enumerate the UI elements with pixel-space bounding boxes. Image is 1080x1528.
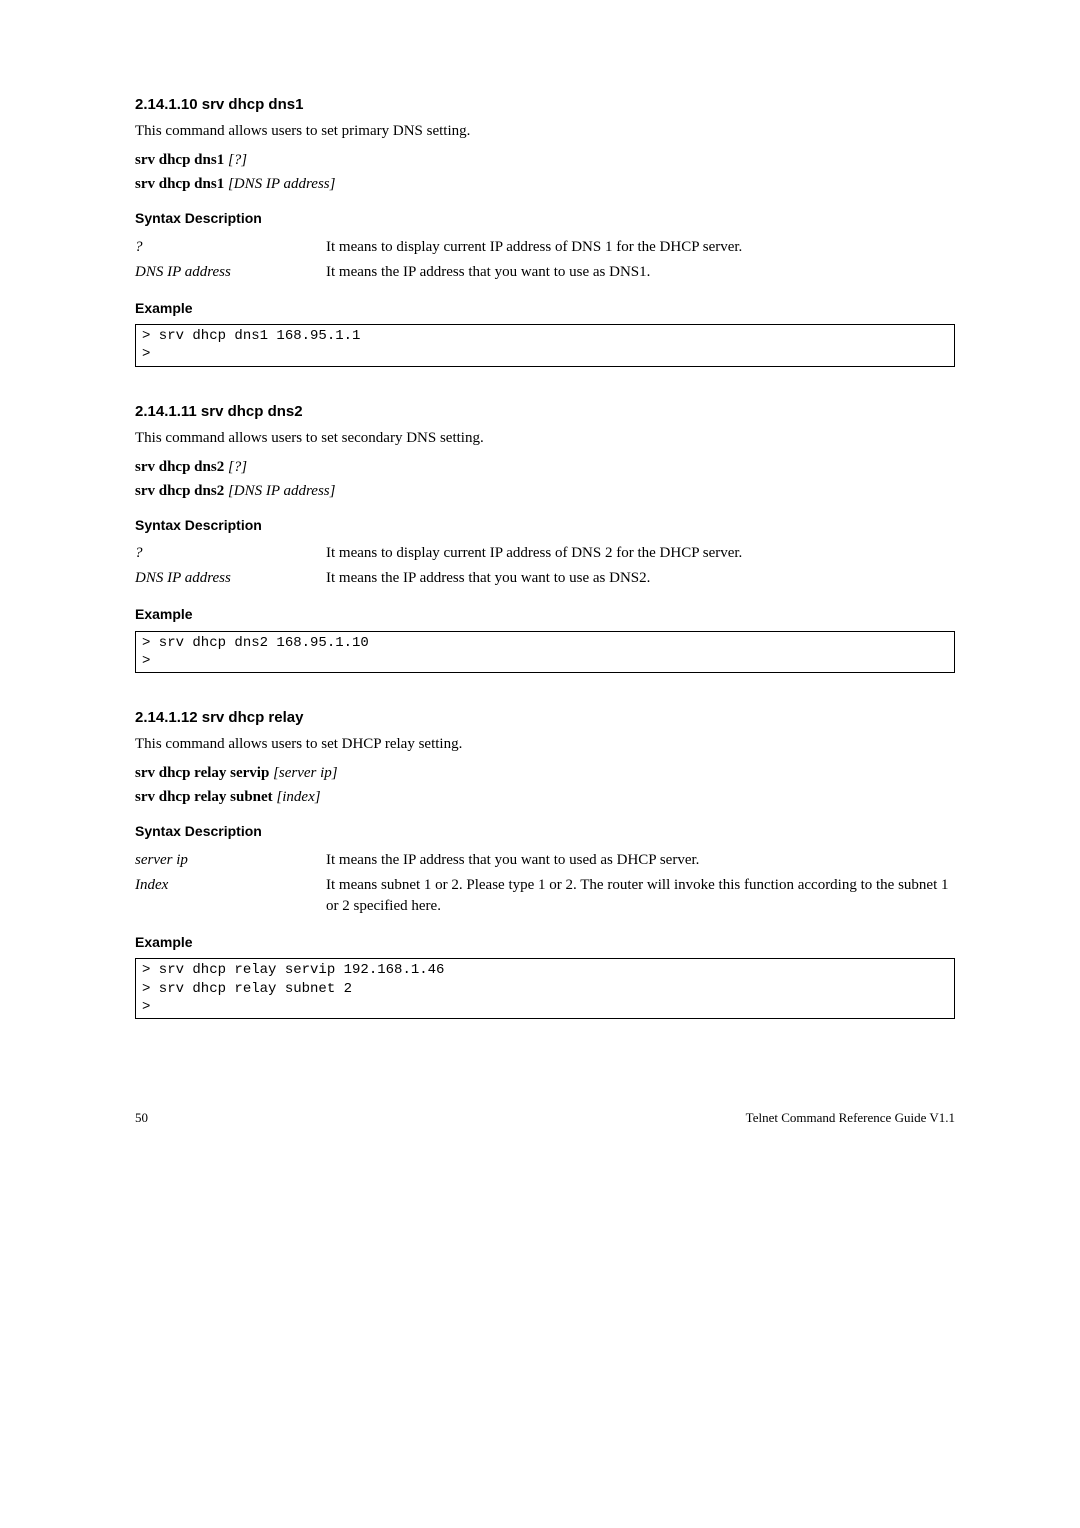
syntax-line: srv dhcp dns2 [?] bbox=[135, 457, 955, 478]
param-name: Index bbox=[135, 873, 326, 919]
example-code: > srv dhcp dns1 168.95.1.1 > bbox=[135, 324, 955, 366]
example-code: > srv dhcp relay servip 192.168.1.46 > s… bbox=[135, 958, 955, 1019]
syntax-table: server ip It means the IP address that y… bbox=[135, 848, 955, 919]
param-name: ? bbox=[135, 235, 326, 260]
syntax-line: srv dhcp relay subnet [index] bbox=[135, 787, 955, 808]
section-heading: 2.14.1.11 srv dhcp dns2 bbox=[135, 401, 955, 422]
param-desc: It means the IP address that you want to… bbox=[326, 848, 955, 873]
example-code: > srv dhcp dns2 168.95.1.10 > bbox=[135, 631, 955, 673]
param-desc: It means to display current IP address o… bbox=[326, 541, 955, 566]
syntax-description-heading: Syntax Description bbox=[135, 516, 955, 536]
param-desc: It means to display current IP address o… bbox=[326, 235, 955, 260]
example-heading: Example bbox=[135, 605, 955, 625]
syntax-arg: [DNS IP address] bbox=[228, 483, 336, 499]
syntax-arg: [server ip] bbox=[273, 765, 338, 781]
syntax-table: ? It means to display current IP address… bbox=[135, 541, 955, 591]
syntax-line: srv dhcp relay servip [server ip] bbox=[135, 763, 955, 784]
syntax-arg: [index] bbox=[276, 789, 320, 805]
page-footer: 50 Telnet Command Reference Guide V1.1 bbox=[135, 1109, 955, 1127]
syntax-cmd: srv dhcp dns1 bbox=[135, 176, 224, 192]
syntax-arg: [DNS IP address] bbox=[228, 176, 336, 192]
syntax-arg: [?] bbox=[228, 152, 247, 168]
page-number: 50 bbox=[135, 1109, 148, 1127]
param-name: ? bbox=[135, 541, 326, 566]
syntax-table: ? It means to display current IP address… bbox=[135, 235, 955, 285]
param-name: DNS IP address bbox=[135, 566, 326, 591]
param-desc: It means the IP address that you want to… bbox=[326, 566, 955, 591]
section-intro: This command allows users to set primary… bbox=[135, 121, 955, 142]
param-name: server ip bbox=[135, 848, 326, 873]
syntax-cmd: srv dhcp relay servip bbox=[135, 765, 269, 781]
table-row: ? It means to display current IP address… bbox=[135, 541, 955, 566]
syntax-line: srv dhcp dns2 [DNS IP address] bbox=[135, 481, 955, 502]
table-row: Index It means subnet 1 or 2. Please typ… bbox=[135, 873, 955, 919]
syntax-line: srv dhcp dns1 [?] bbox=[135, 150, 955, 171]
syntax-cmd: srv dhcp relay subnet bbox=[135, 789, 273, 805]
example-heading: Example bbox=[135, 299, 955, 319]
section-dns2: 2.14.1.11 srv dhcp dns2 This command all… bbox=[135, 401, 955, 674]
syntax-cmd: srv dhcp dns2 bbox=[135, 459, 224, 475]
example-heading: Example bbox=[135, 933, 955, 953]
syntax-description-heading: Syntax Description bbox=[135, 209, 955, 229]
syntax-arg: [?] bbox=[228, 459, 247, 475]
section-heading: 2.14.1.12 srv dhcp relay bbox=[135, 707, 955, 728]
syntax-description-heading: Syntax Description bbox=[135, 822, 955, 842]
param-desc: It means the IP address that you want to… bbox=[326, 260, 955, 285]
syntax-cmd: srv dhcp dns2 bbox=[135, 483, 224, 499]
section-relay: 2.14.1.12 srv dhcp relay This command al… bbox=[135, 707, 955, 1019]
table-row: DNS IP address It means the IP address t… bbox=[135, 566, 955, 591]
table-row: DNS IP address It means the IP address t… bbox=[135, 260, 955, 285]
syntax-line: srv dhcp dns1 [DNS IP address] bbox=[135, 174, 955, 195]
section-intro: This command allows users to set seconda… bbox=[135, 428, 955, 449]
section-dns1: 2.14.1.10 srv dhcp dns1 This command all… bbox=[135, 94, 955, 367]
footer-title: Telnet Command Reference Guide V1.1 bbox=[746, 1109, 955, 1127]
table-row: ? It means to display current IP address… bbox=[135, 235, 955, 260]
section-heading: 2.14.1.10 srv dhcp dns1 bbox=[135, 94, 955, 115]
param-desc: It means subnet 1 or 2. Please type 1 or… bbox=[326, 873, 955, 919]
syntax-cmd: srv dhcp dns1 bbox=[135, 152, 224, 168]
table-row: server ip It means the IP address that y… bbox=[135, 848, 955, 873]
section-intro: This command allows users to set DHCP re… bbox=[135, 734, 955, 755]
param-name: DNS IP address bbox=[135, 260, 326, 285]
